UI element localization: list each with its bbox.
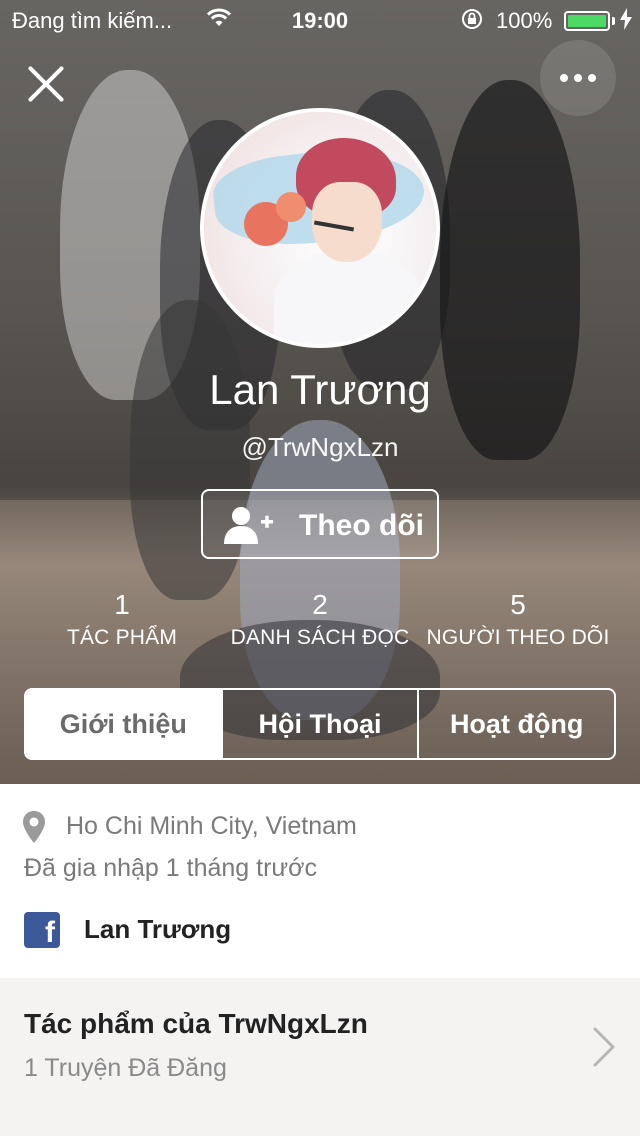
stat-works[interactable]: 1 TÁC PHẨM	[22, 588, 222, 650]
status-bar: Đang tìm kiếm... 19:00 100%	[0, 0, 640, 40]
charging-icon	[620, 8, 632, 36]
stat-value: 1	[114, 589, 130, 620]
tab-conversations[interactable]: Hội Thoại	[220, 690, 418, 758]
facebook-icon[interactable]: f	[24, 912, 60, 948]
stat-value: 2	[312, 589, 328, 620]
battery-icon	[564, 11, 610, 31]
profile-tabs: Giới thiệu Hội Thoại Hoạt động	[24, 688, 616, 760]
location-text: Ho Chi Minh City, Vietnam	[66, 812, 357, 840]
facebook-name-link[interactable]: Lan Trương	[84, 914, 231, 945]
add-user-icon	[223, 505, 275, 545]
stat-value: 5	[510, 589, 526, 620]
rotation-lock-icon	[460, 7, 484, 37]
stat-label: TÁC PHẨM	[66, 626, 178, 649]
about-section: Ho Chi Minh City, Vietnam Đã gia nhập 1 …	[0, 784, 640, 978]
location-pin-icon	[22, 810, 46, 844]
tab-activity[interactable]: Hoạt động	[417, 690, 614, 758]
stat-followers[interactable]: 5 NGƯỜI THEO DÕI	[418, 588, 618, 650]
profile-stats: 1 TÁC PHẨM 2 DANH SÁCH ĐỌC 5 NGƯỜI THEO …	[0, 588, 640, 658]
avatar	[200, 108, 440, 348]
profile-header: Đang tìm kiếm... 19:00 100% Lan Trương @…	[0, 0, 640, 784]
works-count: 1 Truyện Đã Đăng	[24, 1054, 227, 1082]
stat-label: NGƯỜI THEO DÕI	[426, 626, 610, 649]
stat-label: DANH SÁCH ĐỌC	[230, 626, 410, 649]
chevron-right-icon[interactable]	[592, 1026, 616, 1068]
battery-level	[568, 15, 606, 27]
profile-handle: @TrwNgxLzn	[241, 432, 399, 462]
works-title: Tác phẩm của TrwNgxLzn	[24, 1008, 368, 1039]
close-icon[interactable]	[24, 62, 68, 106]
more-dots-icon[interactable]	[540, 40, 616, 116]
tab-about[interactable]: Giới thiệu	[26, 690, 221, 758]
follow-button[interactable]: Theo dõi	[201, 489, 439, 559]
profile-name: Lan Trương	[209, 366, 431, 413]
joined-text: Đã gia nhập 1 tháng trước	[24, 854, 318, 882]
battery-percent: 100%	[496, 8, 553, 33]
stat-reading-lists[interactable]: 2 DANH SÁCH ĐỌC	[220, 588, 420, 650]
works-section[interactable]: Tác phẩm của TrwNgxLzn 1 Truyện Đã Đăng	[0, 978, 640, 1136]
follow-label: Theo dõi	[299, 509, 424, 542]
